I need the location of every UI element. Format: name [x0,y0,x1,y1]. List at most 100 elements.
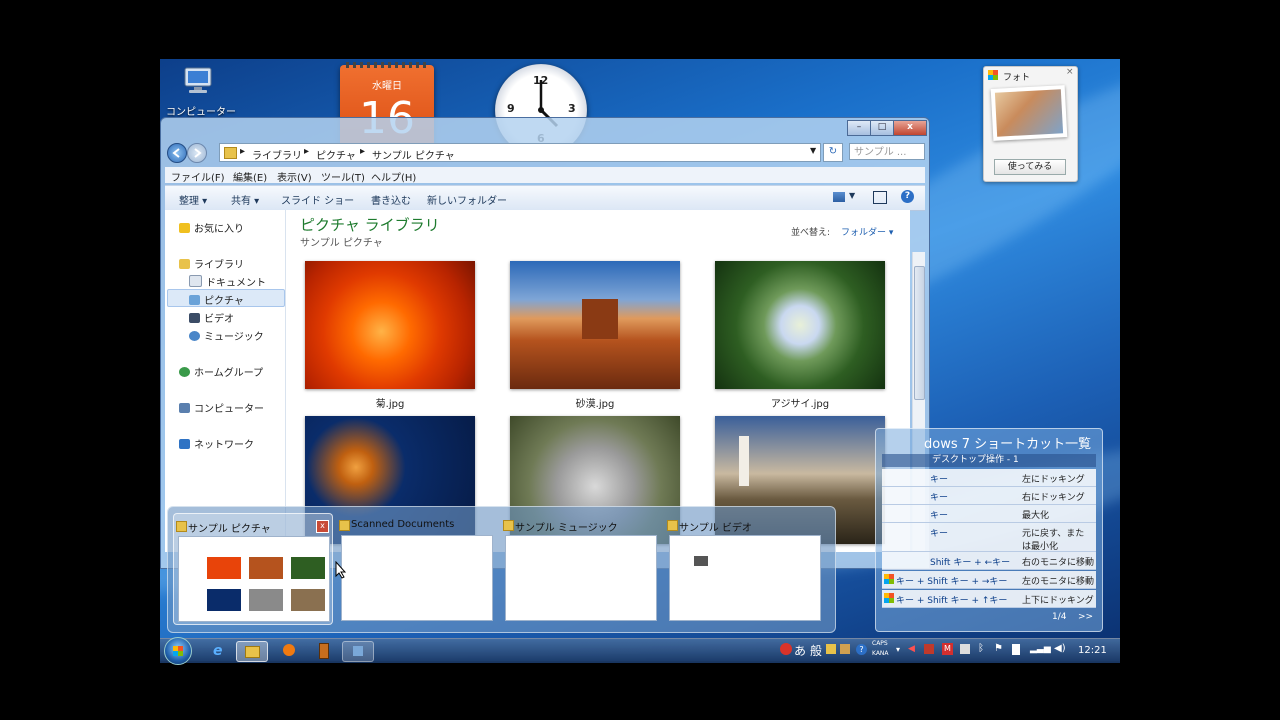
preview-sample-videos[interactable]: サンプル ビデオ [665,513,823,623]
mini-thumb [694,556,708,566]
preview-sample-music[interactable]: サンプル ミュージック [501,513,659,623]
preview-pane-icon[interactable] [873,191,887,204]
menu-file[interactable]: ファイル(F) [171,169,225,184]
try-button[interactable]: 使ってみる [994,159,1066,175]
nav-videos[interactable]: ビデオ [189,310,234,325]
taskbar-explorer[interactable] [236,641,268,662]
network-icon [179,439,190,449]
options-icon[interactable]: ▾ [896,645,900,654]
file-name[interactable]: 菊.jpg [305,395,475,410]
sort-dropdown[interactable]: フォルダー ▾ [841,225,893,238]
new-folder-button[interactable]: 新しいフォルダー [427,192,507,207]
menu-view[interactable]: 表示(V) [277,169,312,184]
file-name[interactable]: 砂漠.jpg [510,395,680,410]
search-input[interactable]: サンプル ... [849,143,925,160]
menu-tools[interactable]: ツール(T) [321,169,365,184]
nav-network[interactable]: ネットワーク [179,436,254,451]
library-icon [179,259,190,269]
nav-videos-label: ビデオ [204,314,234,325]
maximize-button[interactable]: □ [870,120,894,136]
forward-button[interactable] [187,143,207,163]
shortcut-keys: キー [930,493,949,503]
preview-scanned-documents[interactable]: Scanned Documents [337,513,495,623]
bluetooth-icon[interactable]: ᛒ [978,643,984,654]
scrollbar-thumb[interactable] [914,266,925,400]
mini-thumb [207,557,241,579]
photo-gadget[interactable]: フォト × 使ってみる [983,66,1078,182]
windows-logo-icon [173,646,183,656]
ime-conversion[interactable]: 般 [810,642,822,659]
organize-button[interactable]: 整理 ▾ [179,192,207,207]
taskbar-gadget[interactable] [342,641,374,662]
folder-icon [224,147,237,159]
shortcut-row: キー + Shift キー + ↑キー 上下にドッキング [882,590,1096,608]
close-icon[interactable]: × [1066,67,1074,77]
breadcrumb-sample-pictures[interactable]: サンプル ピクチャ [372,147,455,162]
tray-m-icon[interactable]: M [942,643,953,655]
ime-tool-icon[interactable] [826,644,836,654]
menu-edit[interactable]: 編集(E) [233,169,267,184]
shortcut-keys: キー [930,475,949,485]
refresh-button[interactable]: ↻ [823,143,843,162]
preview-close-button[interactable]: x [316,520,329,533]
nav-homegroup[interactable]: ホームグループ [179,364,263,379]
nav-libraries[interactable]: ライブラリ [179,256,244,271]
address-bar[interactable]: ▸ ライブラリ ▸ ピクチャ ▸ サンプル ピクチャ ▼ [219,143,821,162]
start-button[interactable] [164,637,192,665]
thumbnail-hydrangea[interactable] [715,261,885,389]
power-icon[interactable] [1012,644,1020,655]
network-signal-icon[interactable]: ▂▃▅ [1030,644,1051,654]
shortcut-desc: 右にドッキング [1022,493,1085,503]
slideshow-button[interactable]: スライド ショー [281,192,354,207]
close-button[interactable]: x [893,120,927,136]
help-icon[interactable]: ? [901,190,914,203]
sort-label: 並べ替え: [791,228,831,238]
tray-app-icon[interactable] [924,644,934,654]
shortcut-next-button[interactable]: >> [1078,612,1093,622]
nav-libraries-label: ライブラリ [194,260,244,271]
taskbar-media-player[interactable] [274,641,304,660]
nav-documents[interactable]: ドキュメント [189,274,266,289]
volume-icon[interactable]: ◀) [1054,643,1066,654]
thumbnail-chrysanthemum[interactable] [305,261,475,389]
preview-title: Scanned Documents [351,519,455,530]
view-options-icon[interactable] [833,192,845,202]
desktop-icon-computer[interactable]: コンピューター [166,66,236,118]
internet-explorer-icon: e [213,643,223,659]
action-center-flag-icon[interactable]: ⚑ [994,643,1003,654]
nav-favorites[interactable]: お気に入り [179,220,244,235]
tray-doc-icon[interactable] [960,644,970,654]
nav-pictures[interactable]: ピクチャ [189,292,244,307]
nav-music[interactable]: ミュージック [189,328,264,343]
show-hidden-icons[interactable]: ◀ [908,644,915,654]
nav-computer[interactable]: コンピューター [179,400,264,415]
taskbar-app[interactable] [308,641,338,660]
back-button[interactable] [167,143,187,163]
minimize-button[interactable]: – [847,120,871,136]
shortcut-keys: キー + Shift キー + ↑キー [896,596,1008,606]
file-name[interactable]: アジサイ.jpg [715,395,885,410]
taskbar-ie[interactable]: e [204,641,234,660]
share-button[interactable]: 共有 ▾ [231,192,259,207]
explorer-window[interactable]: – □ x ▸ ライブラリ ▸ ピクチャ ▸ サンプル ピクチャ ▼ ↻ サンプ… [160,117,930,569]
chevron-down-icon[interactable]: ▼ [810,146,816,155]
breadcrumb-pictures[interactable]: ピクチャ [316,147,356,162]
breadcrumb-libraries[interactable]: ライブラリ [252,147,302,162]
preview-sample-pictures[interactable]: サンプル ピクチャ x [173,513,333,625]
mouse-cursor-icon [335,561,347,579]
ime-icon[interactable] [780,643,792,655]
media-player-icon [283,644,295,656]
shortcut-gadget[interactable]: dows 7 ショートカット一覧 デスクトップ操作 - 1 キー 左にドッキング … [875,428,1103,632]
thumbnail-desert[interactable] [510,261,680,389]
preview-image [505,535,657,621]
menu-help[interactable]: ヘルプ(H) [371,169,416,184]
ime-pad-icon[interactable] [840,644,850,654]
nav-favorites-label: お気に入り [194,224,244,235]
burn-button[interactable]: 書き込む [371,192,411,207]
system-clock[interactable]: 12:21 [1078,645,1107,656]
chevron-down-icon[interactable]: ▼ [849,191,855,200]
ime-mode[interactable]: あ [794,642,806,659]
help-icon[interactable]: ? [856,644,867,655]
nav-documents-label: ドキュメント [206,278,266,289]
library-title: ピクチャ ライブラリ [300,216,440,234]
